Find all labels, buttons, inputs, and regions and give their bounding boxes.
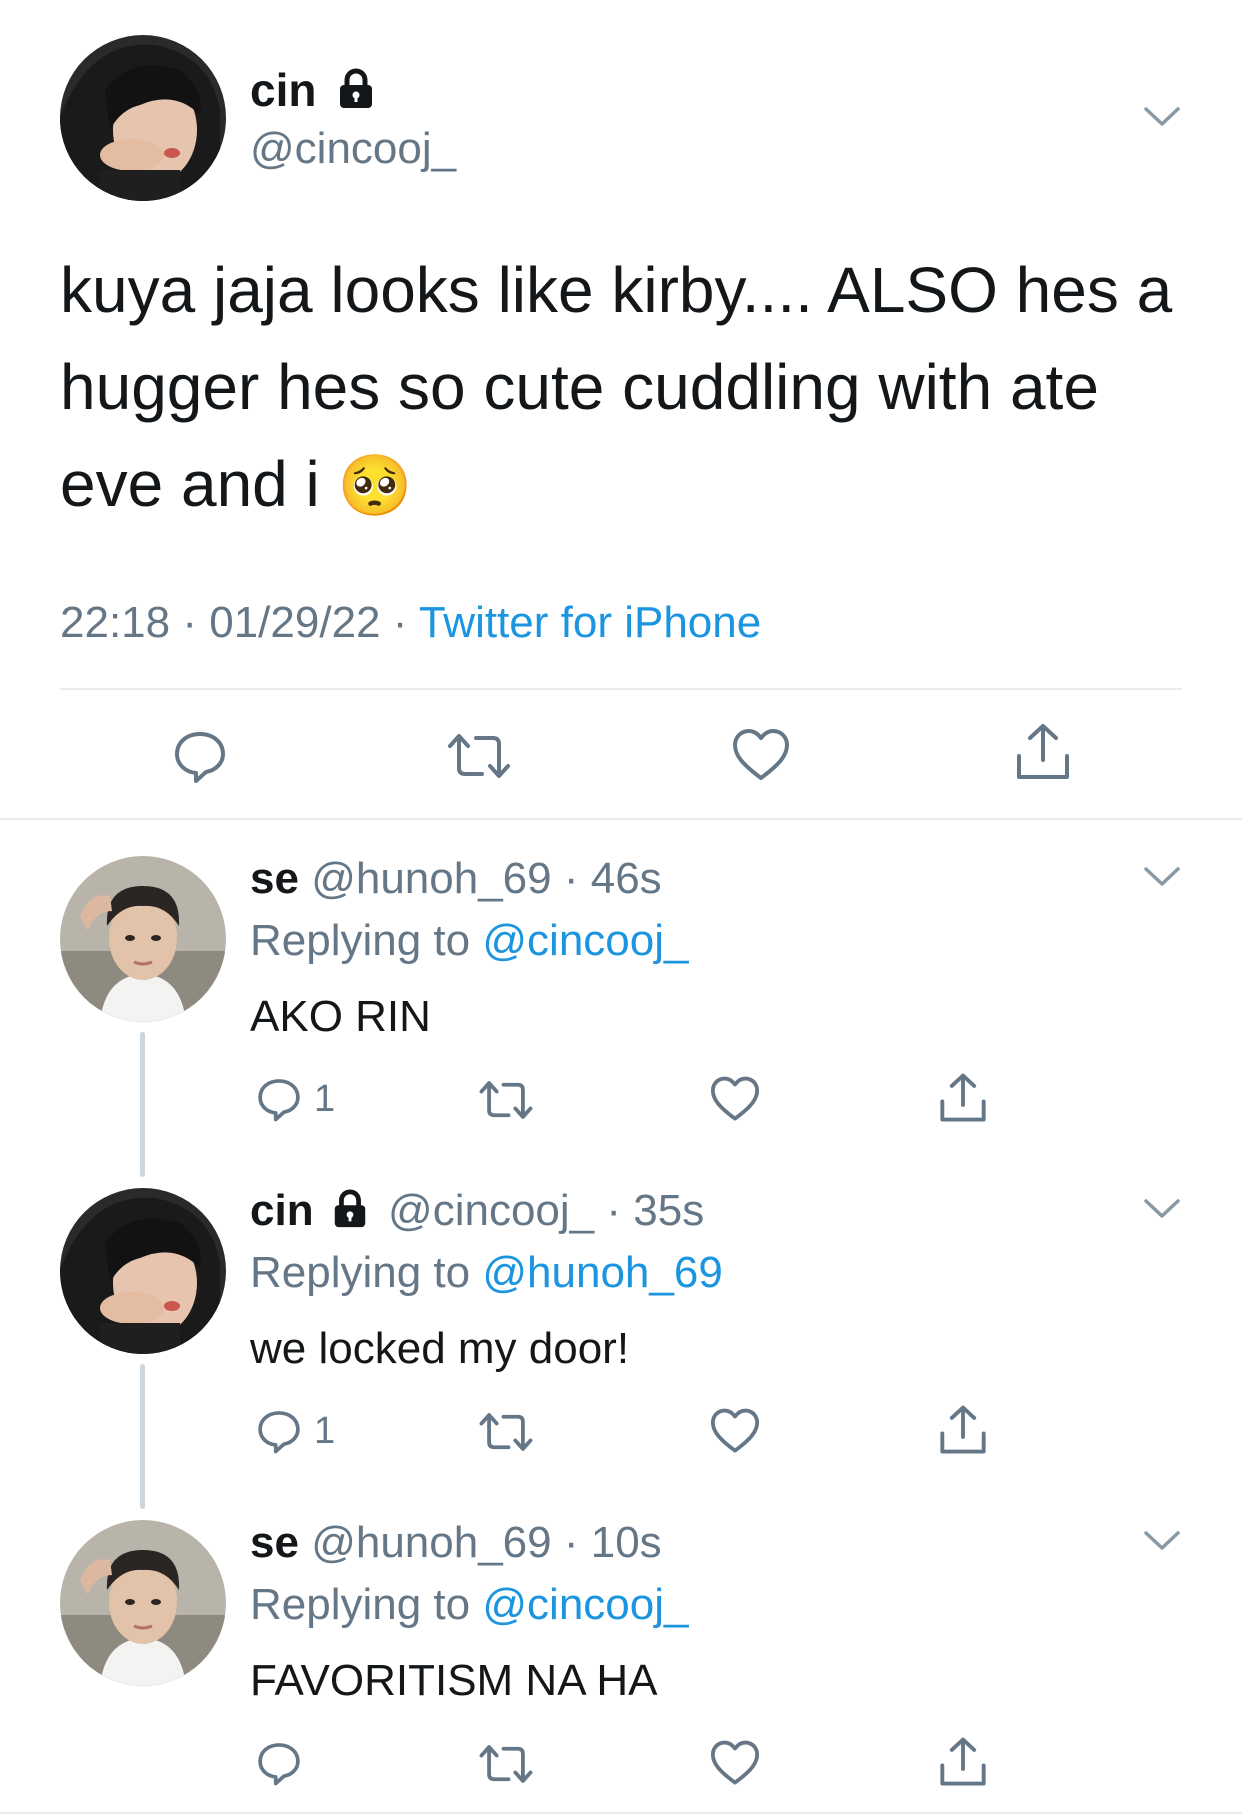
- handle[interactable]: @cincooj_: [250, 122, 456, 176]
- avatar[interactable]: [60, 35, 226, 201]
- tweet-meta: 22:18 · 01/29/22 · Twitter for iPhone: [60, 596, 761, 650]
- thread-line: [140, 1032, 145, 1177]
- avatar[interactable]: [60, 1520, 226, 1686]
- chevron-down-icon[interactable]: [1142, 1528, 1182, 1554]
- share-icon[interactable]: [1014, 722, 1072, 782]
- meta-separator: ·: [392, 598, 408, 647]
- divider: [60, 688, 1182, 690]
- tweet-date: 01/29/22: [209, 598, 381, 647]
- handle[interactable]: @cincooj_: [388, 1186, 594, 1235]
- display-name[interactable]: cin: [250, 1186, 314, 1235]
- chevron-down-icon[interactable]: [1142, 104, 1182, 130]
- handle[interactable]: @hunoh_69: [311, 854, 551, 903]
- reply-icon[interactable]: [256, 1076, 302, 1122]
- handle[interactable]: @hunoh_69: [311, 1518, 551, 1567]
- display-name[interactable]: se: [250, 854, 299, 903]
- reply-text: we locked my door!: [250, 1324, 630, 1373]
- like-icon[interactable]: [710, 1408, 760, 1454]
- replying-to-label: Replying to: [250, 1580, 471, 1629]
- share-icon[interactable]: [938, 1404, 988, 1456]
- reply-icon[interactable]: [256, 1408, 302, 1454]
- tweet-time: 10s: [590, 1518, 662, 1567]
- avatar[interactable]: [60, 856, 226, 1022]
- reply-text: AKO RIN: [250, 992, 431, 1041]
- replying-to-handle[interactable]: @cincooj_: [482, 1580, 688, 1629]
- chevron-down-icon[interactable]: [1142, 1196, 1182, 1222]
- display-name[interactable]: se: [250, 1518, 299, 1567]
- like-icon[interactable]: [732, 728, 790, 782]
- retweet-icon[interactable]: [478, 1742, 534, 1786]
- retweet-icon[interactable]: [478, 1410, 534, 1454]
- tweet-time: 46s: [590, 854, 662, 903]
- display-name[interactable]: cin: [250, 64, 316, 116]
- replying-to-label: Replying to: [250, 916, 471, 965]
- share-icon[interactable]: [938, 1072, 988, 1124]
- tweet-time: 22:18: [60, 598, 171, 647]
- like-icon[interactable]: [710, 1740, 760, 1786]
- reply-count: 1: [314, 1410, 336, 1452]
- reply-text: FAVORITISM NA HA: [250, 1656, 658, 1705]
- tweet-time: 35s: [633, 1186, 705, 1235]
- tweet-text-content: kuya jaja looks like kirby.... ALSO hes …: [60, 254, 1173, 520]
- lock-icon: [335, 68, 377, 110]
- replying-to-handle[interactable]: @cincooj_: [482, 916, 688, 965]
- share-icon[interactable]: [938, 1736, 988, 1788]
- tweet-text: kuya jaja looks like kirby.... ALSO hes …: [60, 242, 1190, 534]
- thread-line: [140, 1364, 145, 1509]
- like-icon[interactable]: [710, 1076, 760, 1122]
- lock-icon: [330, 1189, 370, 1229]
- divider: [0, 818, 1242, 820]
- avatar[interactable]: [60, 1188, 226, 1354]
- replying-to-handle[interactable]: @hunoh_69: [482, 1248, 722, 1297]
- reply-count: 1: [314, 1078, 336, 1120]
- pleading-face-emoji: 🥺: [337, 452, 413, 519]
- tweet-source[interactable]: Twitter for iPhone: [419, 598, 761, 647]
- divider: [0, 1812, 1242, 1814]
- retweet-icon[interactable]: [446, 730, 512, 782]
- meta-separator: ·: [182, 598, 197, 647]
- retweet-icon[interactable]: [478, 1078, 534, 1122]
- chevron-down-icon[interactable]: [1142, 864, 1182, 890]
- replying-to-label: Replying to: [250, 1248, 471, 1297]
- reply-icon[interactable]: [172, 728, 228, 784]
- reply-icon[interactable]: [256, 1740, 302, 1786]
